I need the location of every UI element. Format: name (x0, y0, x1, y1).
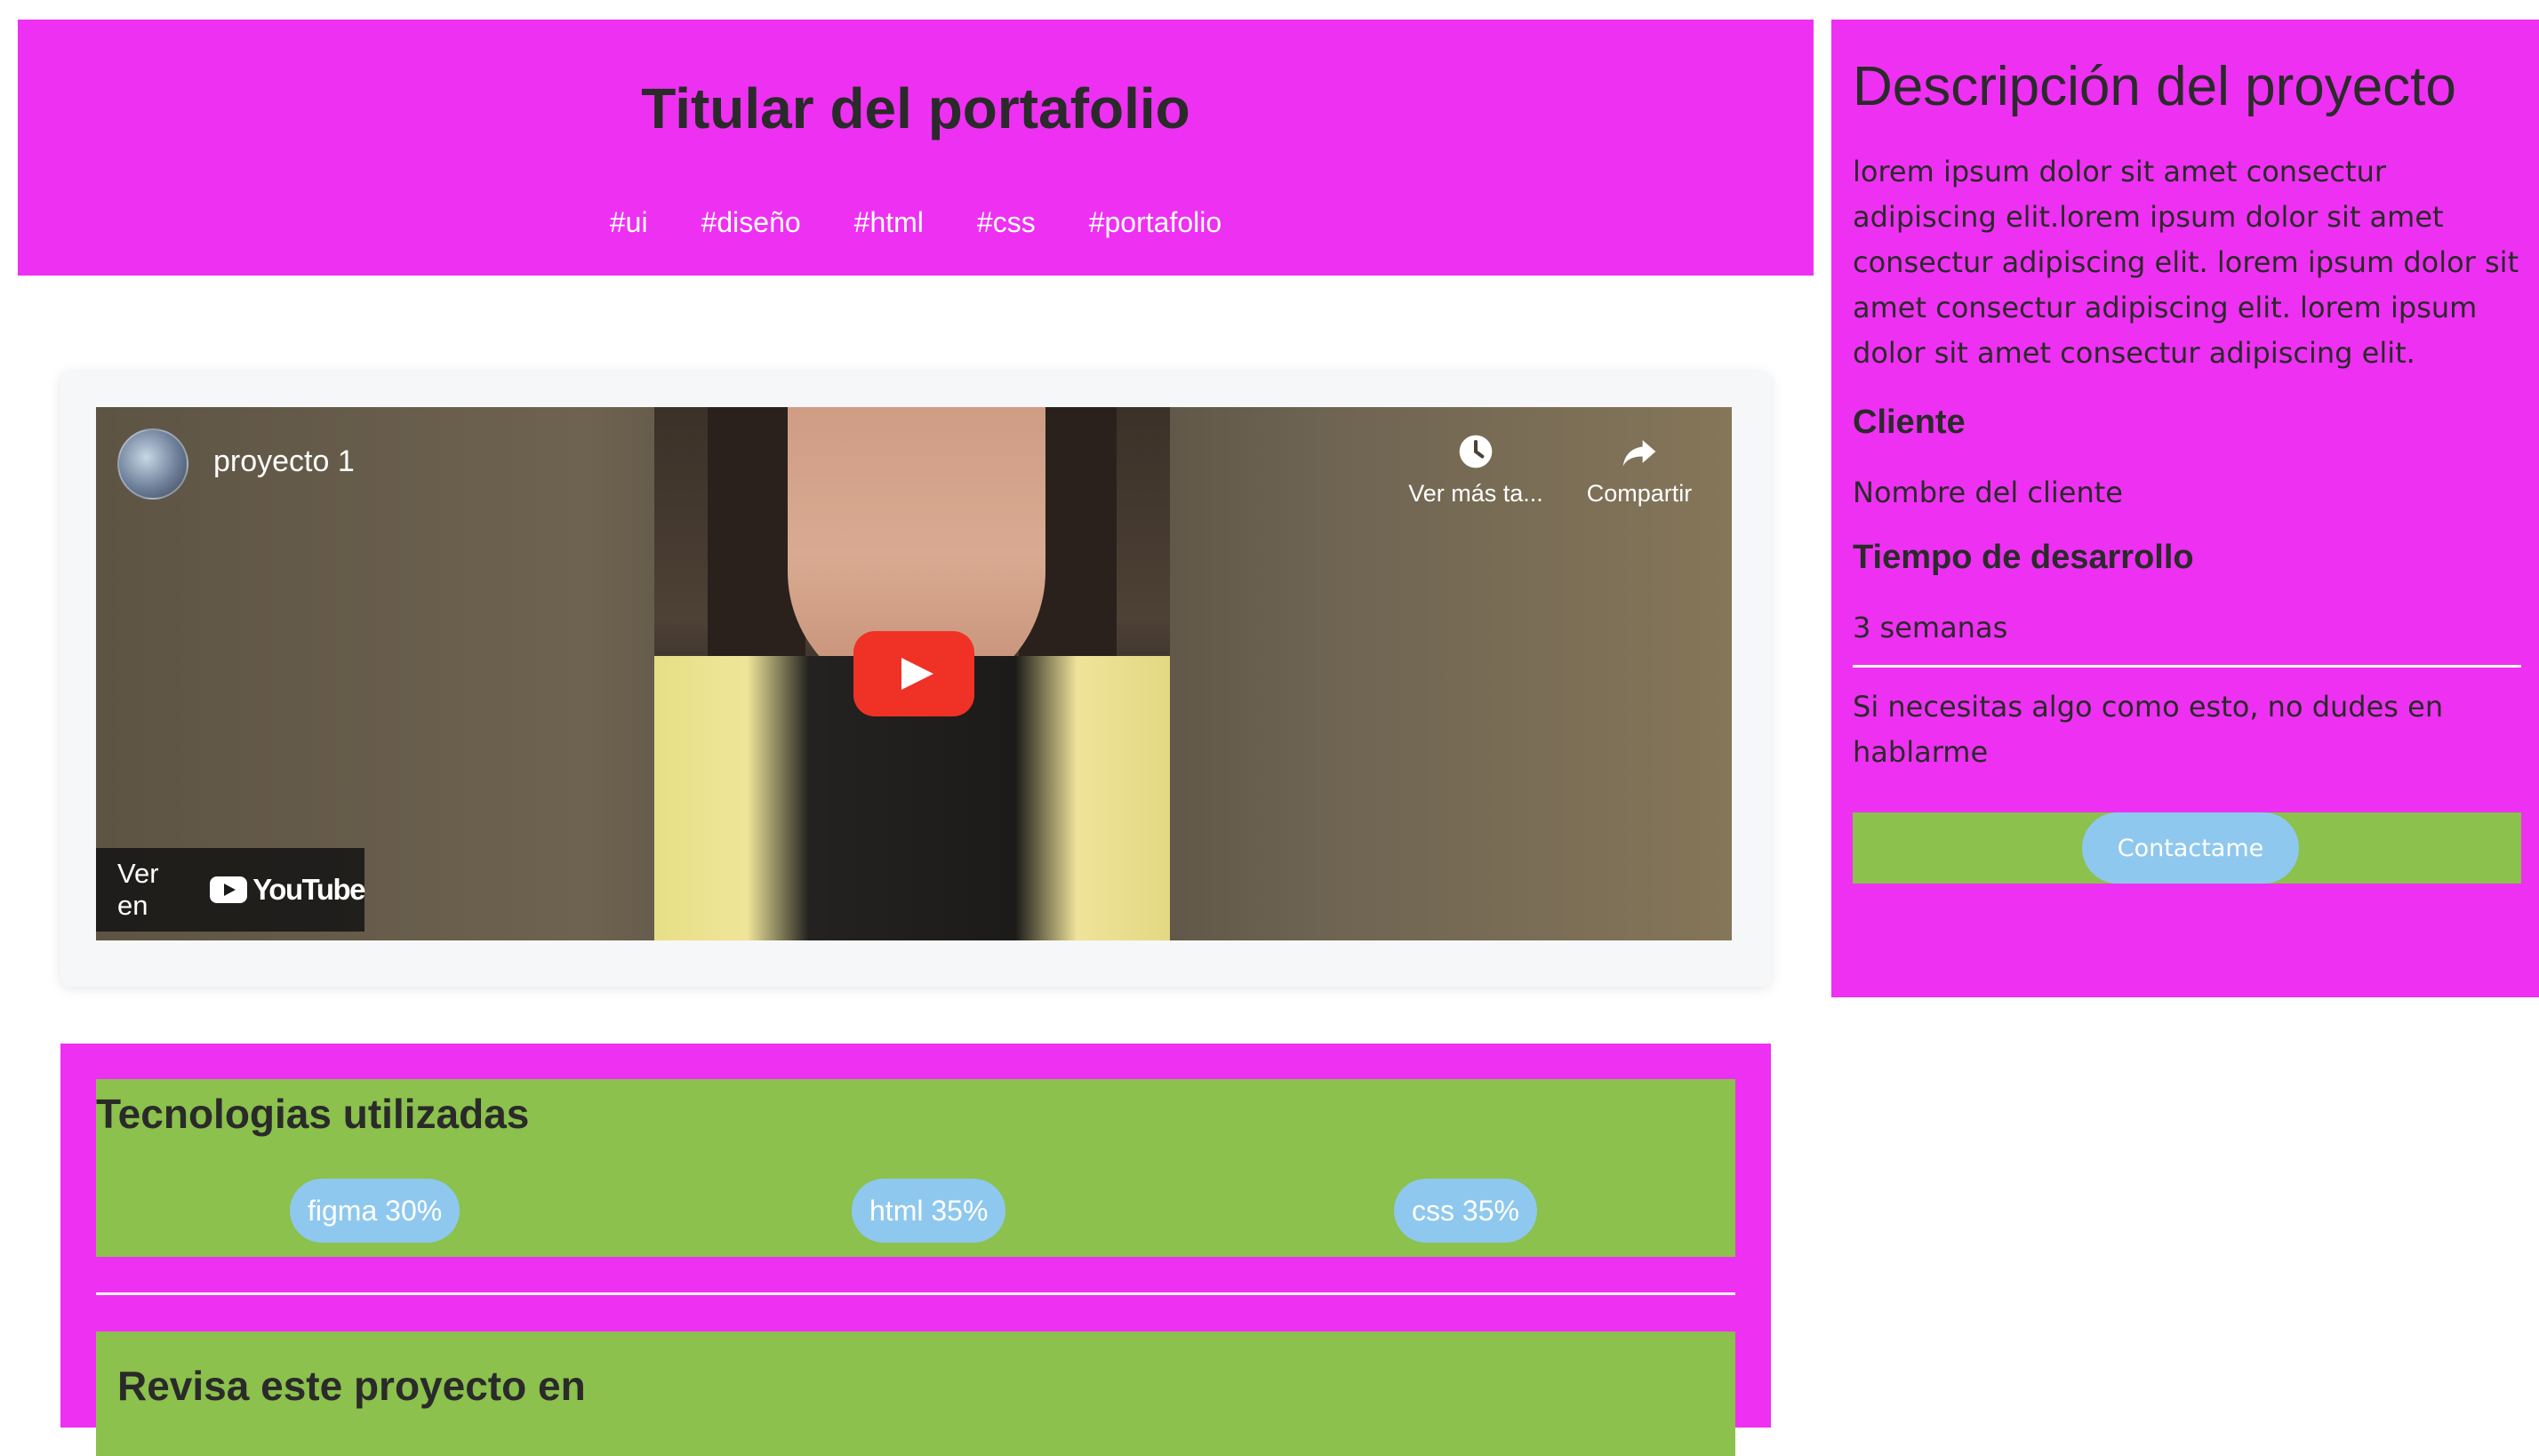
tech-pill-figma: figma 30% (290, 1179, 461, 1243)
technologies-section: Tecnologias utilizadas figma 30% html 35… (60, 1044, 1771, 1456)
share-icon (1622, 440, 1656, 467)
tag-ui[interactable]: #ui (610, 208, 648, 236)
technologies-title: Tecnologias utilizadas (96, 1091, 530, 1137)
review-panel: Revisa este proyecto en (96, 1332, 1735, 1456)
tag-html[interactable]: #html (854, 208, 924, 236)
tech-pill-html: html 35% (852, 1179, 1006, 1243)
youtube-wordmark: YouTube (252, 873, 365, 906)
tech-pill-css: css 35% (1394, 1179, 1537, 1243)
page-title: Titular del portafolio (641, 76, 1190, 140)
watch-on-youtube-button[interactable]: Ver en YouTube (96, 848, 365, 932)
youtube-logo: YouTube (210, 873, 365, 907)
watch-later-button[interactable]: Ver más ta... (1405, 428, 1547, 508)
video-top-bar: proyecto 1 Ver más ta... Compartir (117, 428, 1710, 514)
client-label: Cliente (1853, 404, 1966, 441)
development-time-value: 3 semanas (1853, 611, 2008, 644)
youtube-embed[interactable]: proyecto 1 Ver más ta... Compartir Ver e… (96, 407, 1732, 940)
video-card: proyecto 1 Ver más ta... Compartir Ver e… (60, 372, 1771, 987)
play-button[interactable] (853, 631, 974, 716)
channel-avatar[interactable] (117, 428, 188, 500)
watch-later-label: Ver más ta... (1408, 480, 1543, 507)
project-description: lorem ipsum dolor sit amet consectur adi… (1853, 155, 2519, 370)
technologies-panel: Tecnologias utilizadas figma 30% html 35… (96, 1079, 1735, 1257)
portfolio-header: Titular del portafolio #ui #diseño #html… (18, 20, 1814, 276)
review-title: Revisa este proyecto en (117, 1363, 586, 1409)
share-label: Compartir (1586, 480, 1693, 507)
share-button[interactable]: Compartir (1568, 428, 1710, 508)
tag-diseno[interactable]: #diseño (701, 208, 801, 236)
project-sidebar: Descripción del proyecto lorem ipsum dol… (1831, 20, 2539, 997)
contact-bar: Contactame (1853, 812, 2521, 884)
tag-list: #ui #diseño #html #css #portafolio (18, 208, 1814, 236)
tag-portafolio[interactable]: #portafolio (1089, 208, 1221, 236)
sidebar-title: Descripción del proyecto (1853, 56, 2456, 117)
clock-icon (1459, 435, 1493, 468)
sidebar-divider (1853, 665, 2521, 668)
tag-css[interactable]: #css (977, 208, 1036, 236)
client-value: Nombre del cliente (1853, 476, 2123, 509)
watch-on-label: Ver en (117, 858, 159, 921)
youtube-play-icon (210, 876, 248, 903)
contact-button[interactable]: Contactame (2082, 812, 2299, 884)
section-divider (96, 1292, 1735, 1295)
development-time-label: Tiempo de desarrollo (1853, 539, 2194, 576)
contact-prompt: Si necesitas algo como esto, no dudes en… (1853, 690, 2444, 769)
video-title[interactable]: proyecto 1 (213, 446, 355, 476)
